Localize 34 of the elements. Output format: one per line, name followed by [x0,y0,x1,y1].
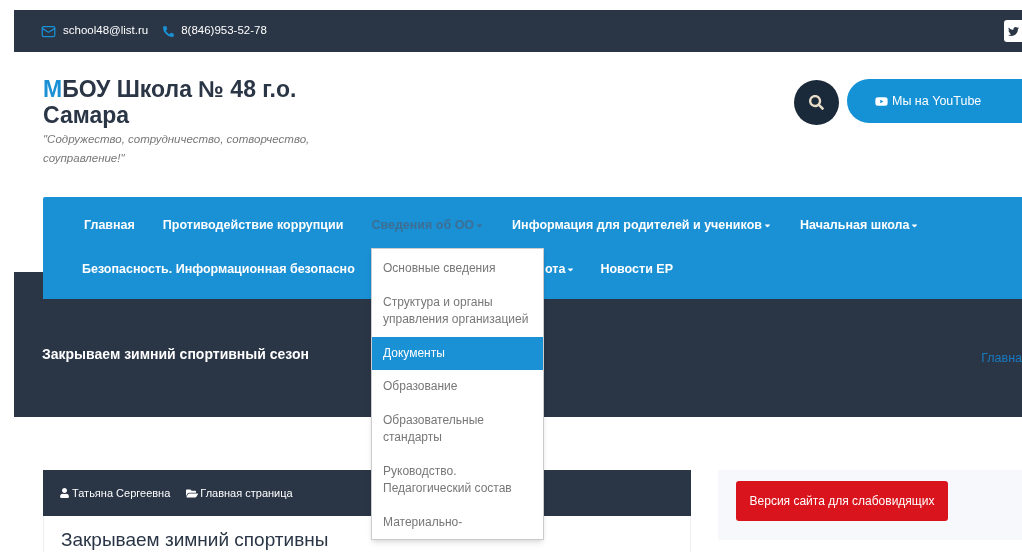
dropdown-item[interactable]: Структура и органы управления организацией [372,285,543,337]
author-text: Татьяна Сергеевна [72,485,171,501]
bird-icon [1007,25,1019,37]
nav-link[interactable]: ота [545,259,576,279]
phone-icon [163,25,175,37]
dropdown-item[interactable]: Образование [372,370,543,404]
banner-title: Закрываем зимний спортивный сезон [42,344,309,364]
tagline: "Содружество, сотрудничество, сотворчество, соуправление!" [43,132,311,166]
dropdown-item[interactable]: Образовательные стандарты [372,403,543,455]
nav-link[interactable]: Новости ЕР [600,259,673,279]
youtube-button[interactable]: Мы на YouTube [847,79,1022,123]
youtube-icon [875,94,888,108]
nav-link[interactable]: Начальная школа [799,215,920,235]
breadcrumb-link[interactable]: Главна [981,348,1022,368]
dropdown-item[interactable]: Документы [372,336,543,370]
twitter-button[interactable] [1004,20,1022,42]
site-title: МБОУ Школа № 48 г.о. Самара [43,76,298,128]
email-text: school48@list.ru [63,23,149,39]
dropdown-item[interactable]: Руководство. Педагогический состав [372,454,543,506]
dropdown-item[interactable]: Материально- [372,505,543,539]
dropdown-item[interactable]: Основные сведения [372,252,543,286]
nav-link[interactable]: Противодействие коррупции [162,215,344,235]
folder-icon [186,487,199,499]
nav-link[interactable]: Главная [84,215,135,235]
search-button[interactable] [794,80,839,125]
phone-text: 8(846)953-52-78 [181,23,267,39]
category-text: Главная страница [200,485,293,501]
search-icon [809,95,824,110]
nav-link[interactable]: Безопасность. Информационная безопасно [82,259,370,279]
mail-icon [41,23,56,39]
user-icon [60,488,69,498]
accessibility-button[interactable]: Версия сайта для слабовидящих [736,481,948,521]
nav-link[interactable]: Информация для родителей и учеников [512,215,772,235]
article-title: Закрываем зимний спортивны [61,528,329,552]
